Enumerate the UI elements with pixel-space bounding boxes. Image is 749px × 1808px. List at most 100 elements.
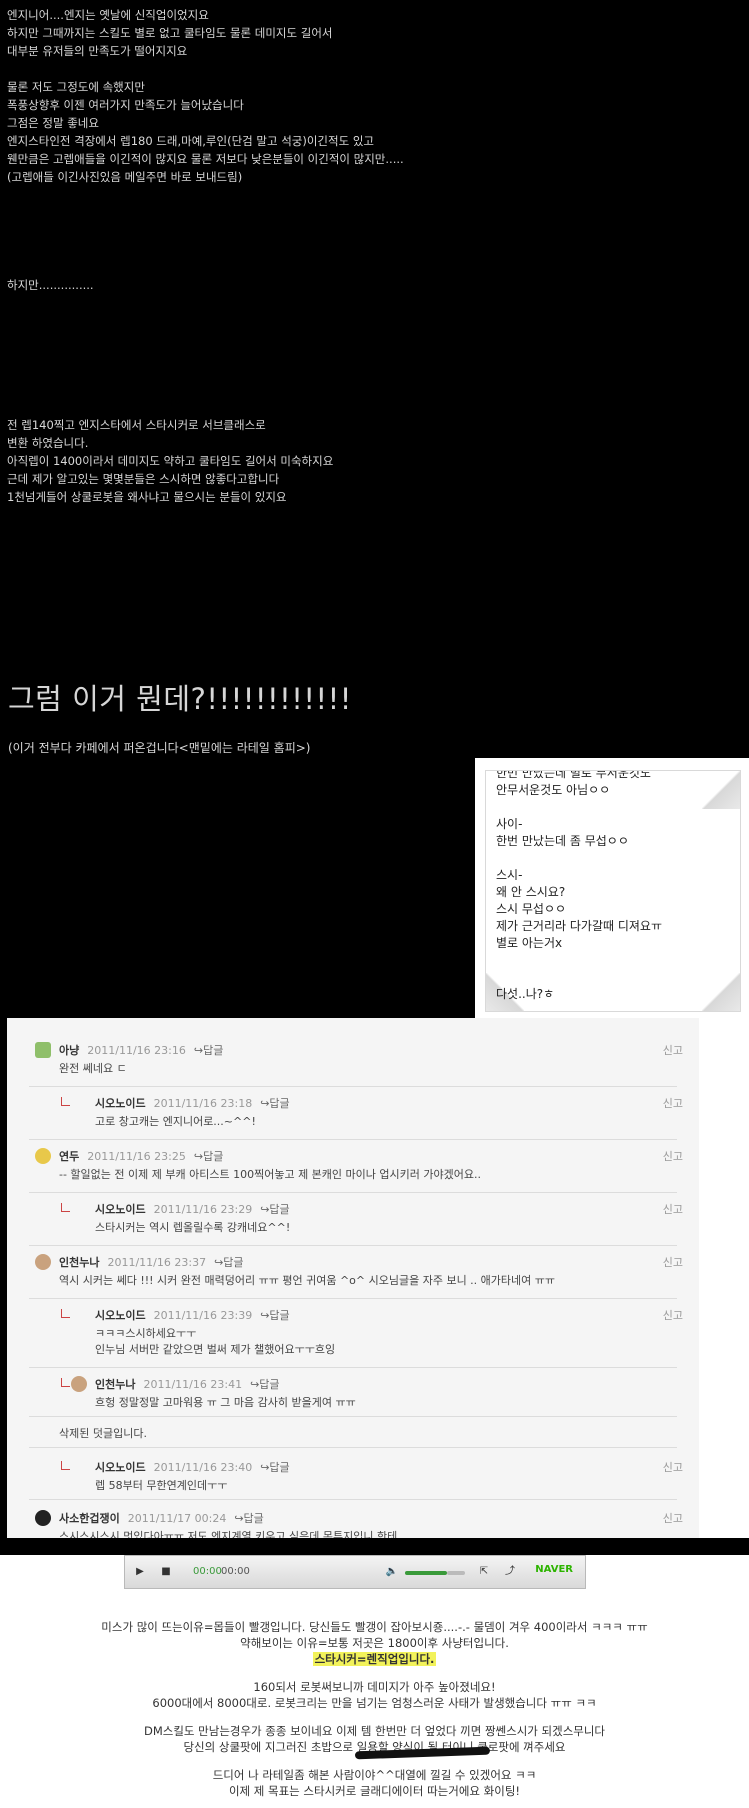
reply-arrow-icon [61, 1309, 70, 1318]
post-line: (고렙애들 이긴사진있음 메일주면 바로 보내드림) [7, 170, 243, 184]
highlight-text: 스타시커=렌직업입니다. [312, 1652, 437, 1666]
comment-author[interactable]: 시오노이드 [95, 1461, 146, 1474]
reply-link[interactable]: ↪답글 [260, 1097, 289, 1110]
post-headline: 그럼 이거 뭔데?!!!!!!!!!!!! [8, 682, 352, 716]
cafe-source-note: (이거 전부다 카페에서 퍼온겁니다<맨밑에는 라테일 홈피>) [8, 741, 311, 755]
divider [29, 1447, 677, 1448]
note-line: 스시 무섭ㅇㅇ [496, 902, 567, 916]
reply-link[interactable]: ↪답글 [260, 1309, 289, 1322]
post-line: 아직렙이 1400이라서 데미지도 약하고 쿨타임도 길어서 미숙하지요 [7, 454, 334, 468]
comment-date: 2011/11/16 23:29 [153, 1203, 253, 1216]
comments-side-panel [699, 1018, 749, 1538]
report-link[interactable]: 신고 [663, 1095, 683, 1111]
volume-icon[interactable]: 🔈 [385, 1565, 399, 1579]
audio-player: ▶ ■ 00:00 00:00 🔈 ⇱ ⤴ NAVER [124, 1555, 586, 1589]
note-line: 왜 안 스시요? [496, 885, 566, 899]
avatar [71, 1376, 87, 1392]
comment-date: 2011/11/16 23:39 [153, 1309, 253, 1322]
reply-link[interactable]: ↪답글 [194, 1044, 223, 1057]
note-card: 한번 만났는데 별로 무서운것도 안무서운것도 아님ㅇㅇ 사이- 한번 만났는데… [485, 770, 741, 1012]
stop-icon[interactable]: ■ [159, 1565, 173, 1579]
comment-author[interactable]: 아냥 [59, 1044, 79, 1057]
comment-date: 2011/11/16 23:16 [87, 1044, 186, 1057]
bottom-line: 드디어 나 라테일좀 해본 사람이야^^대열에 낄길 수 있겠어요 ㅋㅋ [212, 1768, 537, 1782]
post-line: 엔지스타인전 격장에서 렙180 드래,마예,루인(단검 말고 석궁)이긴적도 … [7, 134, 374, 148]
expand-icon[interactable]: ⇱ [477, 1565, 491, 1579]
comment-body: 렙 58부터 무한연계인데ㅜㅜ [95, 1479, 228, 1492]
comment-author[interactable]: 시오노이드 [95, 1097, 146, 1110]
report-link[interactable]: 신고 [663, 1042, 683, 1058]
bottom-line: 미스가 많이 뜨는이유=몹들이 빨갱입니다. 당신들도 빨갱이 잡아보시죵...… [101, 1620, 648, 1634]
bottom-line: DM스킬도 만남는경우가 종종 보이네요 이제 템 한번만 더 엎었다 끼면 짱… [143, 1724, 606, 1738]
divider [29, 1367, 677, 1368]
divider [29, 1416, 677, 1417]
note-image: 한번 만났는데 별로 무서운것도 안무서운것도 아님ㅇㅇ 사이- 한번 만났는데… [475, 758, 749, 1021]
avatar [35, 1254, 51, 1270]
bottom-section: ▶ ■ 00:00 00:00 🔈 ⇱ ⤴ NAVER 미스가 많이 뜨는이유=… [0, 1555, 749, 1808]
separator-band [0, 1538, 749, 1555]
comment-author[interactable]: 연두 [59, 1150, 79, 1163]
volume-slider[interactable] [405, 1571, 447, 1575]
note-line: 스시- [496, 868, 523, 882]
deleted-comment-text: 삭제된 덧글입니다. [59, 1427, 147, 1440]
post-line: 전 렙140찍고 엔지스타에서 스타시커로 서브클래스로 [7, 418, 266, 432]
comment-date: 2011/11/16 23:18 [153, 1097, 253, 1110]
report-link[interactable]: 신고 [663, 1201, 683, 1217]
post-line-but: 하지만............... [7, 278, 94, 292]
report-link[interactable]: 신고 [663, 1459, 683, 1475]
comment-author[interactable]: 인천누나 [59, 1256, 99, 1269]
reply-link[interactable]: ↪답글 [260, 1461, 289, 1474]
post-text-top: 엔지니어....엔지는 옛날에 신직업이었지요 하지만 그때까지는 스킬도 별로… [7, 6, 567, 506]
comment-author[interactable]: 시오노이드 [95, 1203, 146, 1216]
reply-link[interactable]: ↪답글 [214, 1256, 243, 1269]
divider [29, 1298, 677, 1299]
report-link[interactable]: 신고 [663, 1307, 683, 1323]
post-line: 엔지니어....엔지는 옛날에 신직업이었지요 [7, 8, 209, 22]
comment-list: 아냥 2011/11/16 23:16 ↪답글 완전 쎄네요 ㄷ 신고 시오노이드 2… [7, 1018, 699, 1538]
comment-author[interactable]: 인천누나 [95, 1378, 135, 1391]
share-icon[interactable]: ⤴ [503, 1565, 517, 1579]
reply-link[interactable]: ↪답글 [260, 1203, 289, 1216]
comment-date: 2011/11/17 00:24 [127, 1512, 227, 1525]
play-icon[interactable]: ▶ [133, 1565, 147, 1579]
comment-author[interactable]: 시오노이드 [95, 1309, 146, 1322]
bottom-text: 미스가 많이 뜨는이유=몹들이 빨갱입니다. 당신들도 빨갱이 잡아보시죵...… [0, 1619, 749, 1799]
comment-date: 2011/11/16 23:25 [87, 1150, 186, 1163]
report-link[interactable]: 신고 [663, 1254, 683, 1270]
post-line: 폭풍상향후 이젠 여러가지 만족도가 늘어났습니다 [7, 98, 244, 112]
reply-arrow-icon [61, 1203, 70, 1212]
divider [29, 1086, 677, 1087]
divider [29, 1245, 677, 1246]
divider [29, 1192, 677, 1193]
volume-track [447, 1571, 465, 1575]
report-link[interactable]: 신고 [663, 1148, 683, 1164]
post-line: 근데 제가 알고있는 몇몇분들은 스시하면 않좋다고합니다 [7, 472, 280, 486]
comment-body: 고로 창고캐는 엔지니어로...~^^! [95, 1115, 256, 1128]
divider [29, 1139, 677, 1140]
post-line: 물론 저도 그정도에 속했지만 [7, 80, 145, 94]
post-line: 그점은 정말 좋네요 [7, 116, 99, 130]
bottom-line: 이제 제 목표는 스타시커로 글래디에이터 따는거에요 화이팅! [228, 1784, 521, 1798]
note-line: 사이- [496, 817, 523, 831]
bottom-line: 약해보이는 이유=보통 저곳은 1800이후 사냥터입니다. [240, 1636, 509, 1650]
reply-link[interactable]: ↪답글 [234, 1512, 263, 1525]
comment-body: 역시 시커는 쎄다 !!! 시커 완전 매력덩어리 ㅠㅠ 평언 귀여움 ^o^ … [59, 1274, 556, 1287]
comment-author[interactable]: 사소한겁쟁이 [59, 1512, 120, 1525]
reply-link[interactable]: ↪답글 [250, 1378, 279, 1391]
post-line: 하지만 그때까지는 스킬도 별로 없고 쿨타임도 물론 데미지도 길어서 [7, 26, 333, 40]
naver-logo[interactable]: NAVER [535, 1564, 573, 1575]
post-line: 변환 하였습니다. [7, 436, 89, 450]
note-line: 다섯..나?ㅎ [496, 987, 555, 1001]
note-line: 별로 아는거x [496, 936, 563, 950]
reply-arrow-icon [61, 1378, 70, 1387]
elapsed-time: 00:00 [193, 1566, 222, 1577]
reply-arrow-icon [61, 1461, 70, 1470]
comment-body: 스시스시스시 멋있다아ㅠㅠ 저도 엔지계열 키우고 싶은데 몬투지입니 한테 [59, 1530, 398, 1538]
avatar [35, 1042, 51, 1058]
reply-link[interactable]: ↪답글 [194, 1150, 223, 1163]
comment-body: 스타시커는 역시 렙올릴수록 강캐네요^^! [95, 1221, 291, 1234]
post-line: 대부분 유저들의 만족도가 떨어지지요 [7, 44, 188, 58]
reply-arrow-icon [61, 1097, 70, 1106]
report-link[interactable]: 신고 [663, 1510, 683, 1526]
avatar [35, 1148, 51, 1164]
